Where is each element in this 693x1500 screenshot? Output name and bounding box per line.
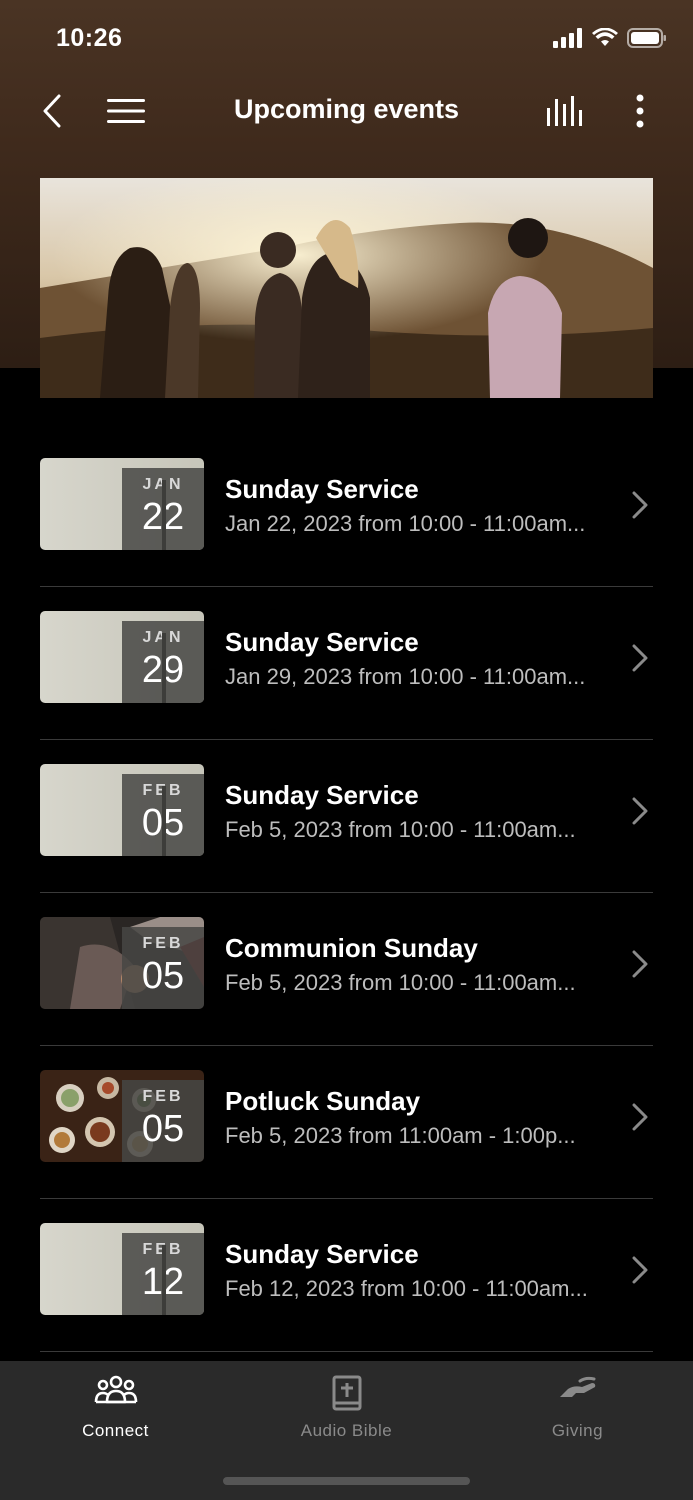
event-datetime: Feb 12, 2023 from 10:00 - 11:00am... [225, 1276, 588, 1301]
event-title: Sunday Service [225, 1239, 419, 1269]
event-title: Communion Sunday [225, 933, 478, 963]
giving-hand-icon [559, 1376, 595, 1397]
event-datetime: Jan 29, 2023 from 10:00 - 11:00am... [225, 664, 586, 689]
tab-audio-bible-label: Audio Bible [300, 1421, 393, 1440]
cross-icon [162, 1245, 166, 1315]
event-thumbnail: FEB 05 [40, 1070, 204, 1162]
navigation-bar: Upcoming events [0, 78, 693, 148]
event-date-badge: FEB 05 [122, 927, 204, 1009]
event-row[interactable]: FEB05 Sunday Service Feb 5, 2023 from 10:0… [40, 740, 653, 893]
cross-icon [162, 786, 166, 856]
more-options-button[interactable] [620, 78, 660, 144]
people-icon [94, 1375, 137, 1404]
status-bar: 10:26 [0, 0, 693, 78]
event-row[interactable]: JAN29 Sunday Service Jan 29, 2023 from 10:… [40, 587, 653, 740]
event-datetime: Feb 5, 2023 from 11:00am - 1:00p... [225, 1123, 576, 1148]
more-vertical-icon [636, 94, 644, 128]
event-row[interactable]: JAN22 Sunday Service Jan 22, 2023 from 10:… [40, 434, 653, 587]
signal-icon [553, 28, 582, 48]
cross-icon [162, 633, 166, 703]
event-row[interactable]: FEB 05 Communion Sunday Feb 5, 2023 from 10… [40, 893, 653, 1046]
event-thumbnail: JAN29 [40, 611, 204, 703]
battery-icon [627, 28, 666, 48]
sound-bars-icon [547, 96, 582, 126]
home-indicator [223, 1477, 470, 1485]
events-list: JAN22 Sunday Service Jan 22, 2023 from 10:… [40, 434, 653, 1352]
chevron-right-icon [632, 950, 648, 978]
wifi-icon [592, 28, 618, 46]
tab-giving-label: Giving [551, 1421, 604, 1440]
event-date-badge: FEB 05 [122, 1080, 204, 1162]
cross-icon [162, 480, 166, 550]
tab-giving[interactable]: Giving [462, 1361, 693, 1461]
event-datetime: Jan 22, 2023 from 10:00 - 11:00am... [225, 511, 586, 536]
tab-audio-bible[interactable]: Audio Bible [231, 1361, 462, 1461]
audio-player-button[interactable] [540, 78, 592, 144]
event-title: Sunday Service [225, 627, 419, 657]
tab-connect[interactable]: Connect [0, 1361, 231, 1461]
chevron-right-icon [632, 1103, 648, 1131]
chevron-right-icon [632, 797, 648, 825]
event-day: 05 [141, 955, 185, 997]
event-title: Sunday Service [225, 474, 419, 504]
event-title: Potluck Sunday [225, 1086, 421, 1116]
event-month: FEB [142, 1088, 184, 1105]
event-day: 05 [141, 1108, 185, 1150]
event-thumbnail: JAN22 [40, 458, 204, 550]
chevron-right-icon [632, 491, 648, 519]
event-datetime: Feb 5, 2023 from 10:00 - 11:00am... [225, 970, 576, 995]
event-thumbnail: FEB 05 [40, 917, 204, 1009]
event-row[interactable]: FEB 05 Potluck Sunday Feb 5, 2023 from 11:0… [40, 1046, 653, 1199]
chevron-right-icon [632, 1256, 648, 1284]
event-title: Sunday Service [225, 780, 419, 810]
event-thumbnail: FEB05 [40, 764, 204, 856]
event-row[interactable]: FEB12 Sunday Service Feb 12, 2023 from 10:… [40, 1199, 653, 1352]
tab-connect-label: Connect [82, 1421, 149, 1440]
event-datetime: Feb 5, 2023 from 10:00 - 11:00am... [225, 817, 576, 842]
hero-image [40, 178, 653, 398]
bible-icon [332, 1375, 361, 1411]
event-month: FEB [142, 935, 184, 952]
chevron-right-icon [632, 644, 648, 672]
event-thumbnail: FEB12 [40, 1223, 204, 1315]
status-time: 10:26 [56, 24, 123, 52]
